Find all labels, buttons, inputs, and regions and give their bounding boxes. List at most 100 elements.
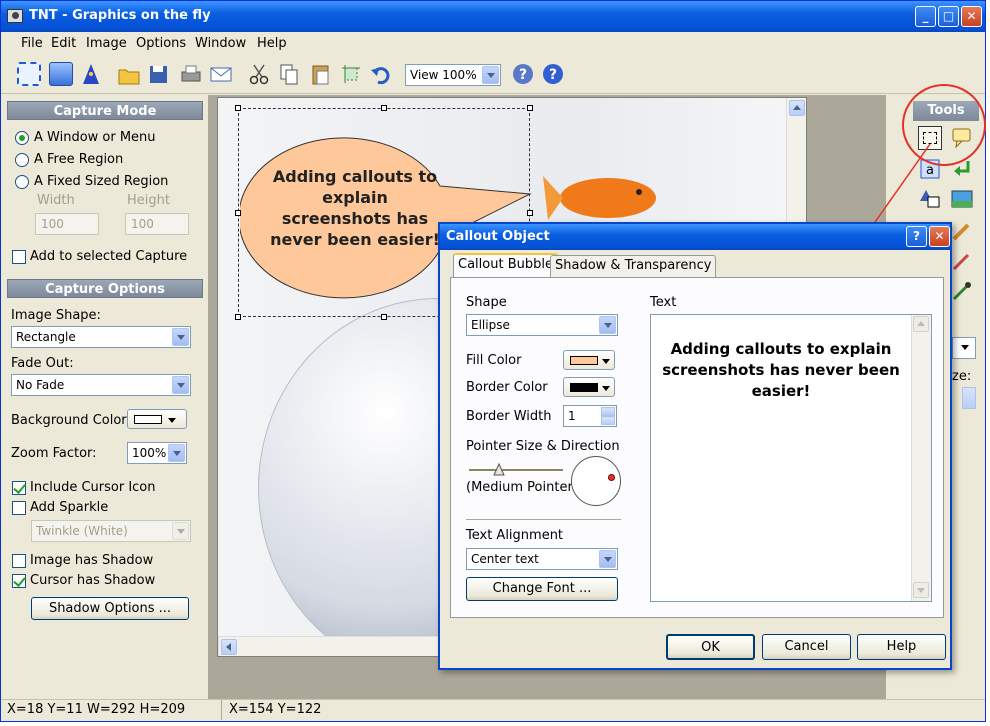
- menu-options[interactable]: Options: [136, 36, 186, 51]
- cut-icon[interactable]: [247, 62, 271, 86]
- pointer-size-slider[interactable]: [469, 469, 563, 472]
- minimize-button[interactable]: _: [915, 6, 936, 27]
- tab-callout-bubble[interactable]: Callout Bubble: [453, 253, 558, 278]
- selection-handle[interactable]: [235, 210, 241, 216]
- include-cursor-icon-label[interactable]: Include Cursor Icon: [30, 480, 156, 495]
- add-sparkle-label[interactable]: Add Sparkle: [30, 500, 108, 515]
- dialog-help-button[interactable]: ?: [906, 226, 927, 247]
- spin-up-icon[interactable]: [601, 407, 615, 416]
- callout-text-content: Adding callouts to explain screenshots h…: [662, 340, 900, 400]
- selection-handle[interactable]: [235, 314, 241, 320]
- dialog-close-button[interactable]: ✕: [929, 226, 950, 247]
- open-folder-icon[interactable]: [117, 62, 141, 86]
- slider-thumb[interactable]: [493, 462, 505, 479]
- text-scrollbar[interactable]: [911, 315, 931, 601]
- text-alignment-value: Center text: [471, 552, 539, 566]
- selection-handle[interactable]: [527, 210, 533, 216]
- fill-color-picker[interactable]: [563, 350, 615, 370]
- radio-fixed-region-label[interactable]: A Fixed Sized Region: [34, 174, 168, 189]
- scroll-up-icon[interactable]: [913, 316, 929, 332]
- radio-fixed-region[interactable]: [15, 175, 29, 189]
- callout-bubble-page: Shape Ellipse Fill Color Border Color Bo…: [450, 277, 944, 618]
- cursor-has-shadow-label[interactable]: Cursor has Shadow: [30, 573, 155, 588]
- radio-window-or-menu[interactable]: [15, 131, 29, 145]
- image-shape-select[interactable]: Rectangle: [11, 326, 191, 348]
- change-font-button[interactable]: Change Font ...: [466, 577, 618, 601]
- capture-window-icon[interactable]: [49, 62, 73, 86]
- height-spinner[interactable]: 100: [125, 213, 189, 235]
- cursor-has-shadow-checkbox[interactable]: [12, 574, 26, 588]
- spin-down-icon[interactable]: [601, 416, 615, 425]
- add-sparkle-checkbox[interactable]: [12, 501, 26, 515]
- wizard-icon[interactable]: [79, 62, 103, 86]
- maximize-button[interactable]: □: [938, 6, 959, 27]
- image-has-shadow-label[interactable]: Image has Shadow: [30, 553, 153, 568]
- radio-window-or-menu-label[interactable]: A Window or Menu: [34, 130, 156, 145]
- dialog-title: Callout Object: [446, 229, 550, 244]
- undo-icon[interactable]: [369, 62, 393, 86]
- email-icon[interactable]: [209, 62, 233, 86]
- callout-text-input[interactable]: Adding callouts to explain screenshots h…: [650, 314, 932, 602]
- chevron-down-icon: [172, 328, 189, 346]
- selection-handle[interactable]: [381, 105, 387, 111]
- cancel-button[interactable]: Cancel: [762, 634, 851, 660]
- fade-out-select[interactable]: No Fade: [11, 374, 191, 396]
- border-width-spinner[interactable]: 1: [563, 405, 617, 427]
- paste-icon[interactable]: [309, 62, 333, 86]
- print-icon[interactable]: [179, 62, 203, 86]
- help-icon[interactable]: ?: [511, 62, 535, 86]
- direction-marker[interactable]: [608, 474, 615, 481]
- brush-tool-icon[interactable]: [950, 249, 974, 273]
- crop-icon[interactable]: [339, 62, 363, 86]
- text-alignment-label: Text Alignment: [466, 528, 564, 543]
- zoom-factor-select[interactable]: 100%: [127, 442, 187, 464]
- menu-help[interactable]: Help: [257, 36, 287, 51]
- zoom-factor-value: 100%: [132, 446, 167, 460]
- width-spinner[interactable]: 100: [35, 213, 99, 235]
- selection-handle[interactable]: [381, 314, 387, 320]
- text-label: Text: [650, 295, 677, 310]
- save-icon[interactable]: [147, 62, 171, 86]
- text-alignment-select[interactable]: Center text: [466, 548, 618, 570]
- add-to-selected-label[interactable]: Add to selected Capture: [30, 249, 187, 264]
- camera-icon: [7, 9, 23, 23]
- include-cursor-icon-checkbox[interactable]: [12, 481, 26, 495]
- selection-handle[interactable]: [235, 105, 241, 111]
- tool-size-spinner[interactable]: [962, 387, 976, 409]
- scroll-down-icon[interactable]: [913, 582, 929, 598]
- menu-file[interactable]: File: [21, 36, 43, 51]
- image-shape-value: Rectangle: [16, 330, 76, 344]
- image-tool-icon[interactable]: [950, 187, 974, 211]
- fill-color-label: Fill Color: [466, 353, 522, 368]
- border-color-picker[interactable]: [563, 377, 615, 397]
- chevron-down-icon: [482, 66, 499, 84]
- image-has-shadow-checkbox[interactable]: [12, 554, 26, 568]
- radio-free-region[interactable]: [15, 153, 29, 167]
- menu-image[interactable]: Image: [86, 36, 127, 51]
- close-button[interactable]: ✕: [961, 6, 982, 27]
- ok-button[interactable]: OK: [666, 634, 755, 660]
- selection-handle[interactable]: [527, 105, 533, 111]
- help-button[interactable]: Help: [857, 634, 946, 660]
- shape-select[interactable]: Ellipse: [466, 314, 618, 336]
- eyedropper-tool-icon[interactable]: [950, 279, 974, 303]
- dialog-title-bar[interactable]: Callout Object ? ✕: [440, 224, 950, 250]
- title-bar[interactable]: TNT - Graphics on the fly _ □ ✕: [1, 1, 985, 32]
- background-color-picker[interactable]: [127, 409, 187, 429]
- add-to-selected-checkbox[interactable]: [12, 250, 26, 264]
- scroll-up-icon[interactable]: [789, 100, 805, 116]
- zoom-select[interactable]: View 100%: [405, 64, 501, 86]
- menu-window[interactable]: Window: [195, 36, 246, 51]
- tab-shadow-transparency[interactable]: Shadow & Transparency: [550, 255, 717, 277]
- shadow-options-button[interactable]: Shadow Options ...: [31, 597, 189, 620]
- radio-free-region-label[interactable]: A Free Region: [34, 152, 123, 167]
- sparkle-select[interactable]: Twinkle (White): [31, 520, 191, 542]
- pointer-direction-dial[interactable]: [571, 456, 621, 506]
- about-icon[interactable]: ?: [541, 62, 565, 86]
- copy-icon[interactable]: [277, 62, 301, 86]
- menu-edit[interactable]: Edit: [51, 36, 76, 51]
- scroll-left-icon[interactable]: [221, 639, 237, 655]
- capture-region-icon[interactable]: [17, 62, 41, 86]
- pencil-tool-icon[interactable]: [950, 219, 974, 243]
- tool-option-select[interactable]: [952, 337, 976, 359]
